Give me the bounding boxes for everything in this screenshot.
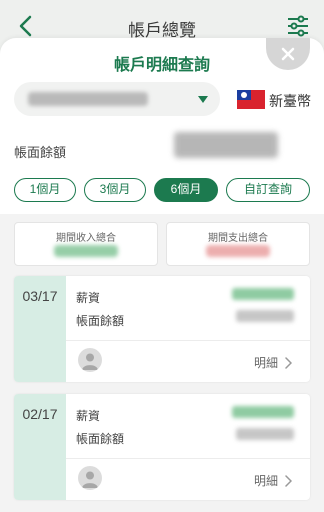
transaction-date: 02/17 bbox=[22, 406, 58, 422]
currency-label: 新臺幣 bbox=[269, 93, 311, 109]
transaction-type: 薪資 bbox=[76, 291, 101, 305]
masked-transaction-amount bbox=[232, 288, 294, 300]
period-tabs: 1個月 3個月 6個月 自訂查詢 bbox=[14, 178, 310, 202]
masked-transaction-amount bbox=[232, 406, 294, 418]
income-summary-label: 期間收入總合 bbox=[56, 233, 116, 244]
income-summary: 期間收入總合 bbox=[14, 222, 158, 266]
tab-1-month[interactable]: 1個月 bbox=[14, 178, 76, 202]
masked-transaction-balance bbox=[236, 310, 294, 322]
chevron-right-icon bbox=[284, 356, 293, 374]
masked-transaction-balance bbox=[236, 428, 294, 440]
transaction-card[interactable]: 03/17 薪資 帳面餘額 明細 bbox=[14, 276, 310, 382]
transaction-balance-label: 帳面餘額 bbox=[76, 432, 125, 446]
masked-account-number bbox=[28, 92, 148, 106]
detail-link[interactable]: 明細 bbox=[254, 354, 278, 371]
chevron-right-icon bbox=[284, 474, 293, 492]
expense-summary: 期間支出總合 bbox=[166, 222, 310, 266]
taiwan-flag-icon bbox=[237, 90, 265, 109]
account-select[interactable] bbox=[14, 82, 220, 116]
tab-6-months[interactable]: 6個月 bbox=[154, 178, 218, 202]
account-detail-sheet: 帳戶明細查詢 新臺幣 帳面餘額 1個月 3個月 6個月 自訂查詢 期間收入總合 … bbox=[0, 38, 324, 512]
transaction-type: 薪資 bbox=[76, 409, 101, 423]
balance-label: 帳面餘額 bbox=[14, 145, 67, 160]
caret-down-icon bbox=[198, 96, 208, 103]
sliders-icon[interactable] bbox=[286, 14, 310, 38]
masked-balance bbox=[174, 132, 278, 158]
avatar-icon bbox=[78, 348, 102, 372]
tab-3-months[interactable]: 3個月 bbox=[84, 178, 146, 202]
masked-income-total bbox=[54, 245, 118, 257]
detail-link[interactable]: 明細 bbox=[254, 472, 278, 489]
transaction-date: 03/17 bbox=[22, 288, 58, 304]
avatar-icon bbox=[78, 466, 102, 490]
close-icon bbox=[281, 47, 295, 61]
tab-custom-query[interactable]: 自訂查詢 bbox=[226, 178, 310, 202]
transaction-card[interactable]: 02/17 薪資 帳面餘額 明細 bbox=[14, 394, 310, 500]
transaction-balance-label: 帳面餘額 bbox=[76, 314, 125, 328]
masked-expense-total bbox=[206, 245, 270, 257]
expense-summary-label: 期間支出總合 bbox=[208, 233, 268, 244]
